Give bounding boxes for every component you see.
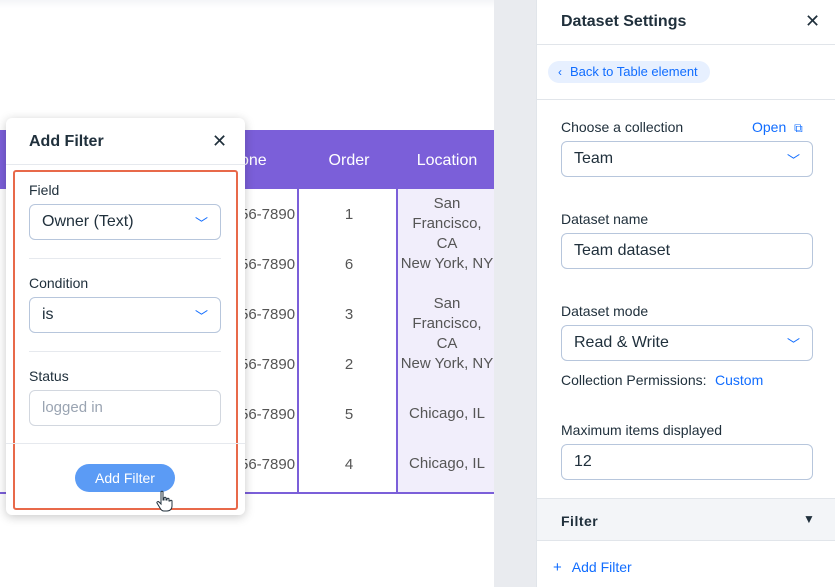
- chevron-down-icon: ﹀: [786, 153, 800, 168]
- dataset-mode-value: Read & Write: [574, 334, 669, 351]
- cell-phone: 56-7890: [240, 456, 296, 473]
- popup-footer-divider: [6, 443, 245, 444]
- chevron-down-icon: ﹀: [194, 216, 208, 231]
- max-items-label: Maximum items displayed: [561, 422, 723, 438]
- header-order: Order: [328, 152, 370, 169]
- chevron-left-icon: ‹: [558, 65, 562, 79]
- close-icon[interactable]: ✕: [212, 131, 227, 152]
- condition-dropdown[interactable]: is ﹀: [29, 297, 221, 333]
- add-filter-button[interactable]: Add Filter: [75, 464, 175, 492]
- condition-dropdown-value: is: [42, 306, 54, 323]
- back-to-table-button[interactable]: ‹ Back to Table element: [548, 61, 710, 83]
- caret-down-icon: ▼: [803, 512, 815, 526]
- panel-divider: [537, 44, 835, 45]
- permissions-link[interactable]: Custom: [715, 372, 763, 388]
- collection-dropdown[interactable]: Team ﹀: [561, 141, 813, 177]
- dataset-mode-dropdown[interactable]: Read & Write ﹀: [561, 325, 813, 361]
- editor-canvas: one Order Location 56-7890 1 San Francis…: [0, 0, 496, 587]
- status-input-placeholder: logged in: [42, 399, 103, 416]
- cell-location: Chicago, IL: [409, 455, 485, 472]
- status-input[interactable]: logged in: [29, 390, 221, 426]
- add-filter-popup: Add Filter ✕ Field Owner (Text) ﹀ Condit…: [6, 118, 245, 515]
- plus-icon: +: [553, 559, 562, 576]
- condition-label: Condition: [29, 275, 89, 291]
- hand-cursor-icon: [156, 490, 173, 512]
- cell-order: 2: [344, 356, 354, 373]
- field-dropdown-value: Owner (Text): [42, 213, 134, 230]
- cell-order: 1: [344, 206, 354, 223]
- popup-divider: [6, 164, 245, 165]
- dataset-mode-label: Dataset mode: [561, 303, 649, 319]
- status-label: Status: [29, 368, 69, 384]
- cell-location: New York, NY: [400, 255, 494, 272]
- section-divider: [29, 351, 221, 352]
- cell-phone: 56-7890: [240, 306, 296, 323]
- cell-phone: 56-7890: [240, 256, 296, 273]
- dataset-name-input[interactable]: Team dataset: [561, 233, 813, 269]
- dataset-settings-panel: Dataset Settings ✕ ‹ Back to Table elemen…: [536, 0, 835, 587]
- filter-section-title: Filter: [561, 513, 599, 529]
- cell-phone: 56-7890: [240, 406, 296, 423]
- cell-order: 4: [344, 456, 354, 473]
- header-location: Location: [416, 152, 478, 169]
- max-items-input[interactable]: 12: [561, 444, 813, 480]
- cell-location: New York, NY: [400, 355, 494, 372]
- canvas-top-strip: [0, 0, 496, 8]
- header-phone: one: [240, 152, 267, 169]
- back-label: Back to Table element: [570, 64, 698, 79]
- add-filter-link[interactable]: + Add Filter: [553, 559, 632, 576]
- field-label: Field: [29, 182, 60, 198]
- permissions-label: Collection Permissions:: [561, 372, 707, 388]
- cell-order: 3: [344, 306, 354, 323]
- panel-divider: [537, 99, 835, 100]
- cell-location: San Francisco, CA: [412, 195, 482, 252]
- cell-phone: 56-7890: [240, 206, 296, 223]
- chevron-down-icon: ﹀: [786, 337, 800, 352]
- collection-value: Team: [574, 150, 614, 167]
- cell-phone: 56-7890: [240, 356, 296, 373]
- popup-title: Add Filter: [29, 133, 104, 150]
- cell-order: 6: [344, 256, 354, 273]
- cell-location: San Francisco, CA: [412, 295, 482, 352]
- collection-label: Choose a collection: [561, 119, 684, 135]
- field-dropdown[interactable]: Owner (Text) ﹀: [29, 204, 221, 240]
- external-link-icon: ⧉: [794, 121, 803, 135]
- max-items-value: 12: [574, 453, 592, 470]
- panel-title: Dataset Settings: [561, 13, 687, 30]
- cell-location: Chicago, IL: [409, 405, 485, 422]
- open-collection-link[interactable]: Open ⧉: [752, 119, 803, 136]
- cell-order: 5: [344, 406, 354, 423]
- section-divider: [29, 258, 221, 259]
- chevron-down-icon: ﹀: [194, 309, 208, 324]
- dataset-name-label: Dataset name: [561, 211, 649, 227]
- dataset-name-value: Team dataset: [574, 242, 671, 259]
- filter-section-header[interactable]: Filter ▼: [537, 498, 835, 541]
- close-icon[interactable]: ✕: [805, 11, 820, 32]
- canvas-panel-gap: [494, 0, 536, 587]
